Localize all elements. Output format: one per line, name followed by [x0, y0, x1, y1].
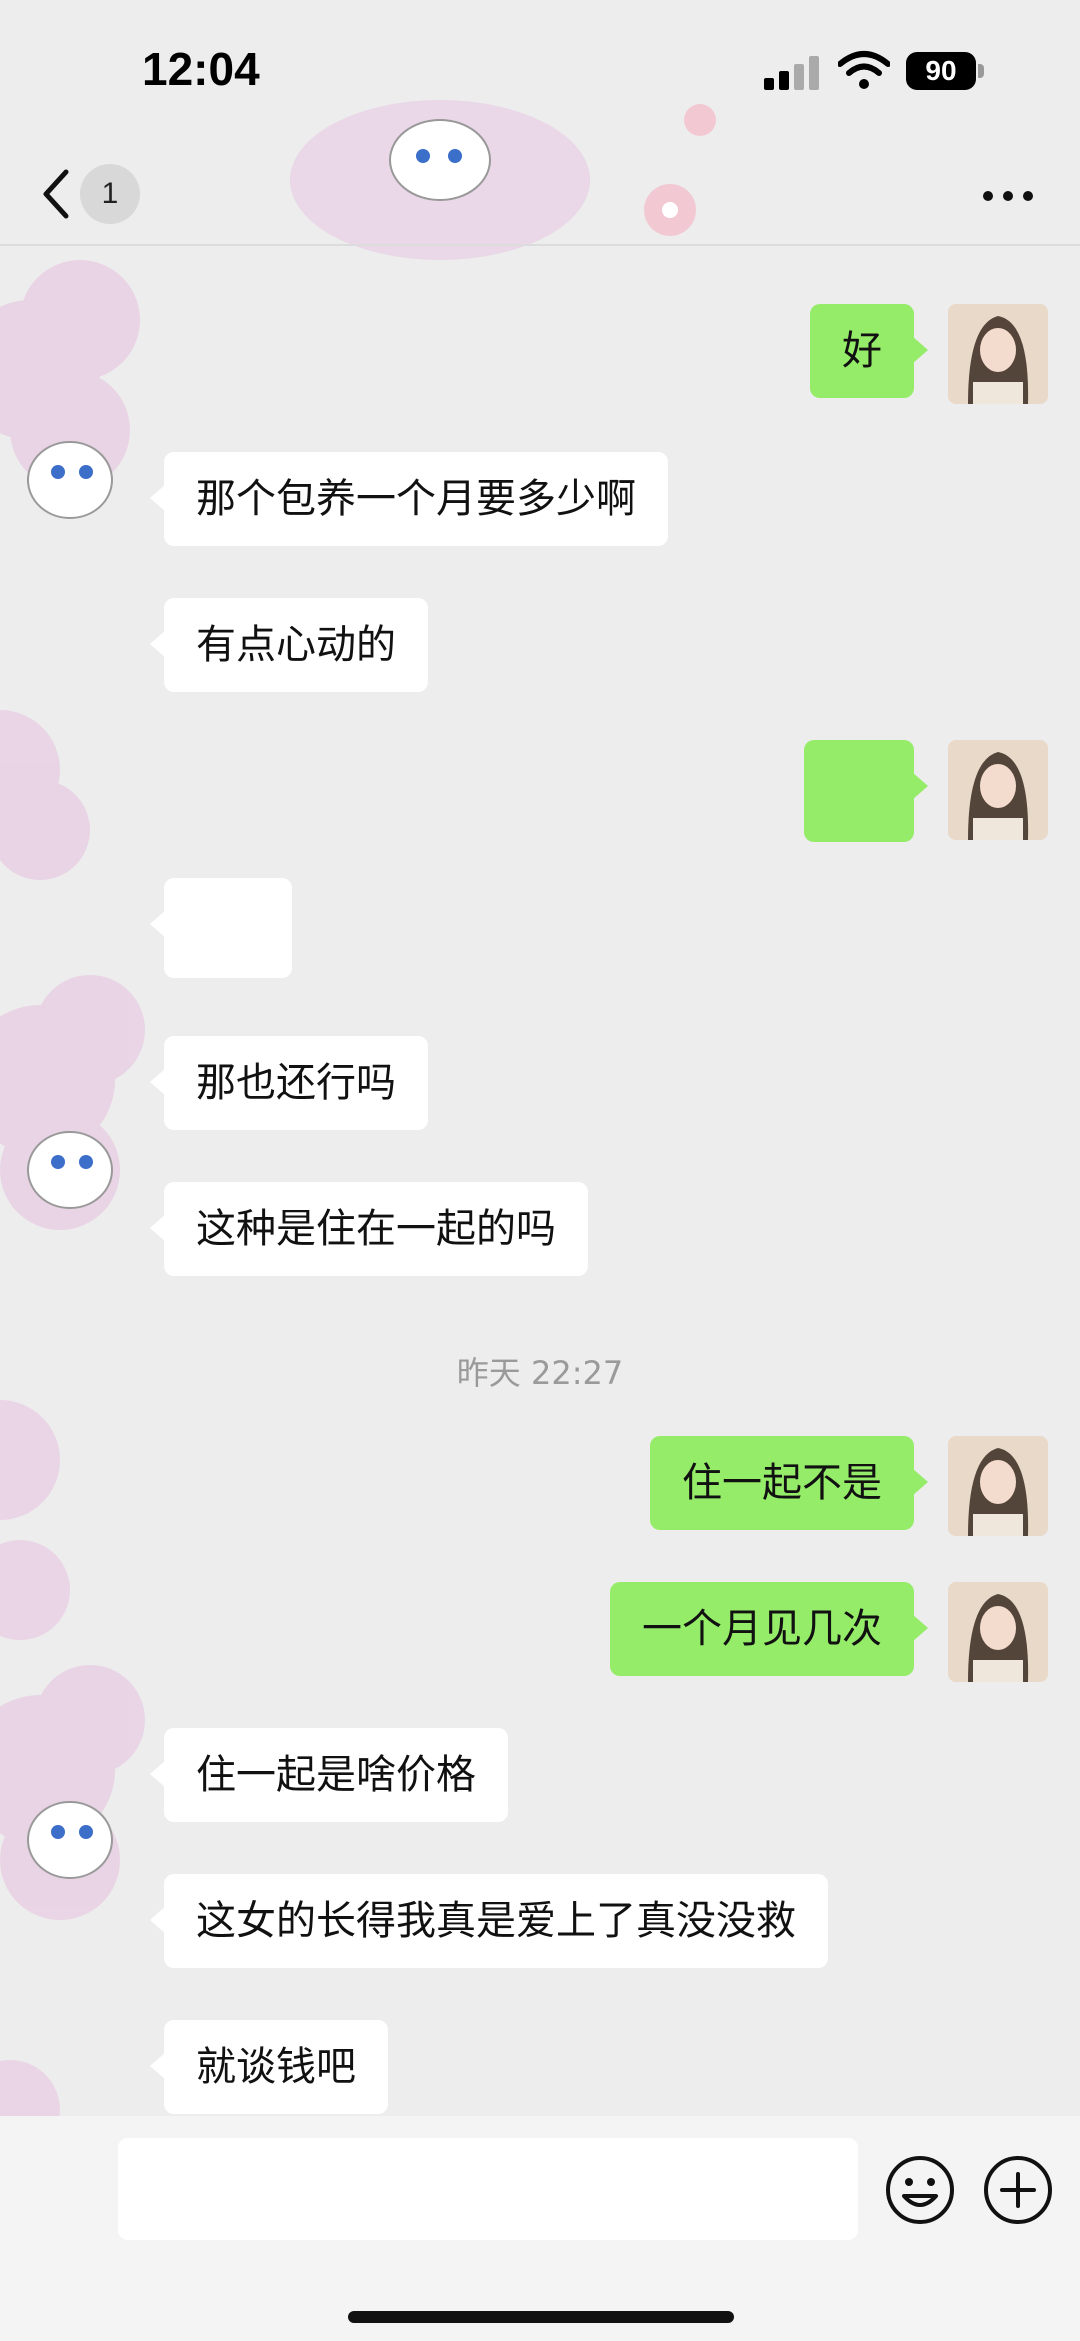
incoming-message[interactable]: 那也还行吗: [150, 1036, 428, 1130]
incoming-message[interactable]: [150, 878, 292, 978]
header-divider: [0, 244, 1080, 246]
chat-header: 1: [0, 100, 1080, 260]
signal-icon: [764, 56, 819, 90]
incoming-message[interactable]: 这女的长得我真是爱上了真没没救: [150, 1874, 828, 1968]
home-indicator[interactable]: [348, 2311, 734, 2323]
unread-count-badge[interactable]: 1: [80, 164, 140, 224]
more-icon[interactable]: [980, 176, 1036, 216]
input-bar: [0, 2116, 1080, 2341]
incoming-message[interactable]: 那个包养一个月要多少啊: [150, 452, 668, 546]
outgoing-message[interactable]: 一个月见几次: [610, 1582, 928, 1676]
wifi-icon: [838, 51, 890, 89]
incoming-message[interactable]: 住一起是啥价格: [150, 1728, 508, 1822]
battery-icon: 90: [906, 52, 984, 90]
my-avatar[interactable]: [948, 1582, 1048, 1682]
background-sticker-decoration: [0, 260, 145, 2160]
outgoing-message[interactable]: 住一起不是: [650, 1436, 928, 1530]
outgoing-message[interactable]: 好: [810, 304, 928, 398]
plus-icon[interactable]: [982, 2154, 1054, 2226]
outgoing-message[interactable]: [804, 740, 928, 842]
back-icon[interactable]: [36, 164, 76, 224]
battery-level: 90: [906, 52, 976, 90]
incoming-message[interactable]: 有点心动的: [150, 598, 428, 692]
my-avatar[interactable]: [948, 740, 1048, 840]
incoming-message[interactable]: 就谈钱吧: [150, 2020, 388, 2114]
my-avatar[interactable]: [948, 1436, 1048, 1536]
emoji-icon[interactable]: [884, 2154, 956, 2226]
status-time: 12:04: [142, 43, 260, 95]
incoming-message[interactable]: 这种是住在一起的吗: [150, 1182, 588, 1276]
header-sticker-decoration: [290, 100, 716, 260]
my-avatar[interactable]: [948, 304, 1048, 404]
message-timestamp: 昨天 22:27: [456, 1354, 624, 1392]
message-input[interactable]: [118, 2138, 858, 2240]
